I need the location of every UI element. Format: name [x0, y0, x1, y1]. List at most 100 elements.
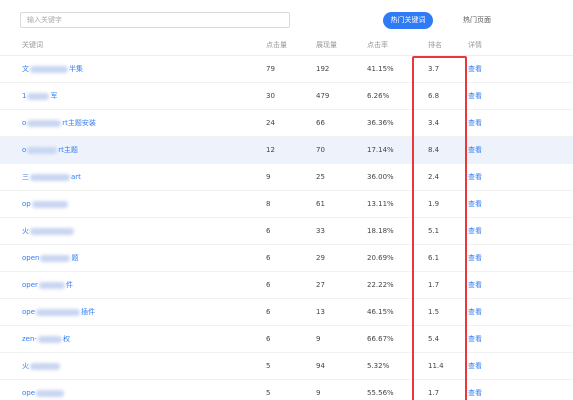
view-link[interactable]: 查看 [468, 172, 482, 182]
redacted-text [30, 65, 68, 73]
detail-link[interactable]: 查看 [468, 218, 482, 244]
detail-link[interactable]: 查看 [468, 245, 482, 271]
views-cell: 192 [316, 65, 330, 73]
views-cell: 13 [316, 308, 325, 316]
view-link[interactable]: 查看 [468, 226, 482, 236]
rank-cell: 5.4 [428, 335, 440, 343]
redacted-text [31, 200, 68, 208]
keyword-prefix: open [22, 254, 40, 262]
detail-link[interactable]: 查看 [468, 164, 482, 190]
clicks-cell: 8 [266, 200, 271, 208]
ctr-cell: 22.22% [367, 281, 394, 289]
view-link[interactable]: 查看 [468, 361, 482, 371]
redacted-text [37, 335, 62, 343]
table-body: 文半集 79 192 41.15% 3.7 查看 1 军 30 479 6.26% 6.8 查看 o rt主… [0, 56, 573, 400]
search-input[interactable] [20, 12, 290, 28]
rank-cell: 8.4 [428, 146, 440, 154]
clicks-cell: 9 [266, 173, 271, 181]
keyword-cell[interactable]: ope 插件 [22, 299, 252, 325]
clicks-cell: 5 [266, 389, 271, 397]
ctr-cell: 17.14% [367, 146, 394, 154]
clicks-cell: 30 [266, 92, 275, 100]
keyword-prefix: 三 [22, 173, 29, 181]
view-link[interactable]: 查看 [468, 118, 482, 128]
views-cell: 33 [316, 227, 325, 235]
toolbar: 热门关键词 热门页面 [0, 0, 573, 38]
column-header-views: 展现量 [316, 40, 337, 49]
keyword-cell[interactable]: 火 [22, 218, 252, 244]
ctr-cell: 36.00% [367, 173, 394, 181]
redacted-text [40, 254, 71, 262]
keyword-cell[interactable]: o rt主题 [22, 137, 252, 163]
keyword-cell[interactable]: 火 [22, 353, 252, 379]
keyword-cell[interactable]: op [22, 191, 252, 217]
detail-link[interactable]: 查看 [468, 56, 482, 82]
view-link[interactable]: 查看 [468, 64, 482, 74]
redacted-text [36, 308, 81, 316]
rank-cell: 1.7 [428, 281, 440, 289]
ctr-cell: 5.32% [367, 362, 390, 370]
keyword-prefix: ope [22, 308, 36, 316]
keyword-suffix: rt主题安装 [62, 119, 96, 127]
column-header-detail: 详情 [468, 40, 482, 49]
views-cell: 61 [316, 200, 325, 208]
keyword-cell[interactable]: 三 art [22, 164, 252, 190]
detail-link[interactable]: 查看 [468, 326, 482, 352]
detail-link[interactable]: 查看 [468, 191, 482, 217]
rank-cell: 6.8 [428, 92, 440, 100]
ctr-cell: 36.36% [367, 119, 394, 127]
redacted-text [30, 173, 70, 181]
keyword-cell[interactable]: 1军 [22, 83, 252, 109]
keyword-prefix: op [22, 200, 31, 208]
detail-link[interactable]: 查看 [468, 272, 482, 298]
view-link[interactable]: 查看 [468, 334, 482, 344]
view-link[interactable]: 查看 [468, 388, 482, 398]
view-link[interactable]: 查看 [468, 91, 482, 101]
detail-link[interactable]: 查看 [468, 299, 482, 325]
clicks-cell: 6 [266, 281, 271, 289]
table-row: zen- 权 6 9 66.67% 5.4 查看 [0, 326, 573, 353]
table-row: open 题 6 29 20.69% 6.1 查看 [0, 245, 573, 272]
column-header-clicks: 点击量 [266, 40, 287, 49]
rank-cell: 3.7 [428, 65, 440, 73]
view-link[interactable]: 查看 [468, 199, 482, 209]
table-row: ope 5 9 55.56% 1.7 查看 [0, 380, 573, 400]
table-row: 文 半集 79 192 41.15% 3.7 查看 [0, 56, 573, 83]
table-row: o rt主题 12 70 17.14% 8.4 查看 [0, 137, 573, 164]
tab-hot-keywords[interactable]: 热门关键词 [383, 12, 433, 29]
keyword-prefix: o [22, 146, 27, 154]
ctr-cell: 66.67% [367, 335, 394, 343]
view-link[interactable]: 查看 [468, 253, 482, 263]
detail-link[interactable]: 查看 [468, 353, 482, 379]
view-link[interactable]: 查看 [468, 280, 482, 290]
views-cell: 94 [316, 362, 325, 370]
ctr-cell: 55.56% [367, 389, 394, 397]
column-header-keyword: 关键词 [22, 40, 43, 49]
redacted-text [27, 119, 62, 127]
view-link[interactable]: 查看 [468, 307, 482, 317]
clicks-cell: 6 [266, 335, 271, 343]
redacted-text [38, 281, 65, 289]
keyword-cell[interactable]: o rt主题安装 [22, 110, 252, 136]
detail-link[interactable]: 查看 [468, 83, 482, 109]
detail-link[interactable]: 查看 [468, 380, 482, 400]
rank-cell: 1.5 [428, 308, 440, 316]
detail-link[interactable]: 查看 [468, 137, 482, 163]
keyword-cell[interactable]: oper 件 [22, 272, 252, 298]
clicks-cell: 5 [266, 362, 271, 370]
clicks-cell: 6 [266, 227, 271, 235]
keyword-cell[interactable]: zen- 权 [22, 326, 252, 352]
keyword-suffix: 权 [62, 335, 70, 343]
views-cell: 70 [316, 146, 325, 154]
redacted-text [30, 362, 60, 370]
keyword-prefix: oper [22, 281, 38, 289]
keyword-cell[interactable]: open 题 [22, 245, 252, 271]
detail-link[interactable]: 查看 [468, 110, 482, 136]
view-link[interactable]: 查看 [468, 145, 482, 155]
keyword-cell[interactable]: ope [22, 380, 252, 400]
tab-hot-pages[interactable]: 热门页面 [452, 12, 502, 29]
keyword-cell[interactable]: 文 半集 [22, 56, 252, 82]
clicks-cell: 12 [266, 146, 275, 154]
views-cell: 9 [316, 389, 321, 397]
redacted-text [30, 227, 74, 235]
